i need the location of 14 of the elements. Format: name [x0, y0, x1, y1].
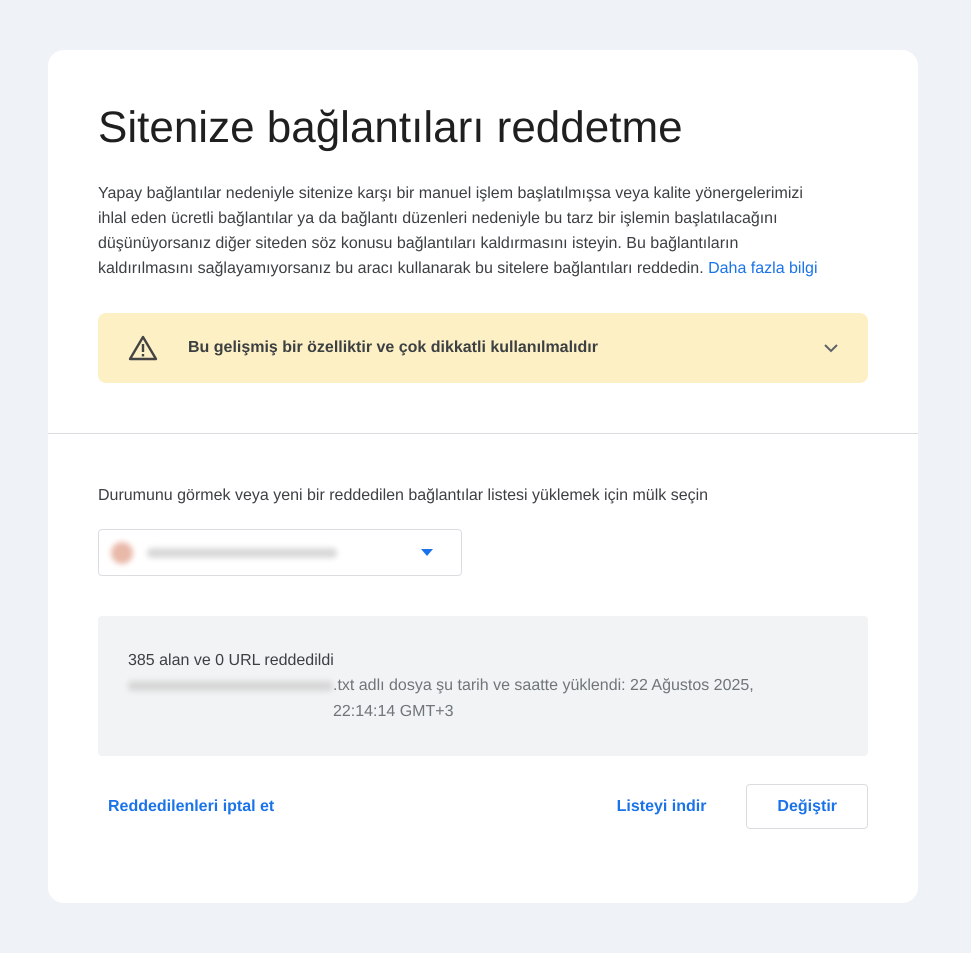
- download-list-button[interactable]: Listeyi indir: [606, 784, 716, 829]
- cancel-disavow-button[interactable]: Reddedilenleri iptal et: [98, 784, 284, 829]
- dropdown-arrow-icon: [421, 549, 433, 556]
- change-button[interactable]: Değiştir: [746, 784, 868, 829]
- chevron-icon[interactable]: [824, 344, 838, 352]
- warning-banner[interactable]: Bu gelişmiş bir özelliktir ve çok dikkatli kullanılmalıdır: [98, 313, 868, 383]
- intro-paragraph: Yapay bağlantılar nedeniyle sitenize karşı bir manuel işlem başlatılmışsa veya kalite yönergelerimizi ihlal eden ücretli bağlantılar ya da bağlantı düzenleri nedeniyle bu tarz bir işlemin başlatılacağını düşünüyorsanız diğer siteden söz konusu bağlantıları kaldırmasını isteyin. Bu bağlantıların kaldırılmasını sağlayamıyorsanız bu aracı kullanarak bu sitelere bağlantıları reddedin. Daha fazla bilgi: [98, 184, 818, 279]
- page-title: Sitenize bağlantıları reddetme: [98, 102, 684, 154]
- learn-more-link[interactable]: Daha fazla bilgi: [708, 260, 818, 277]
- status-heading: 385 alan ve 0 URL reddedildi: [128, 651, 335, 671]
- warning-text: Bu gelişmiş bir özelliktir ve çok dikkatli kullanılmalıdır: [188, 338, 599, 358]
- property-prompt: Durumunu görmek veya yeni bir reddedilen bağlantılar listesi yüklemek için mülk seçin: [98, 486, 710, 506]
- warning-icon: [128, 335, 158, 361]
- status-detail: .txt adlı dosya şu tarih ve saatte yüklendi: 22 Ağustos 2025, 22:14:14 GMT+3: [333, 676, 755, 722]
